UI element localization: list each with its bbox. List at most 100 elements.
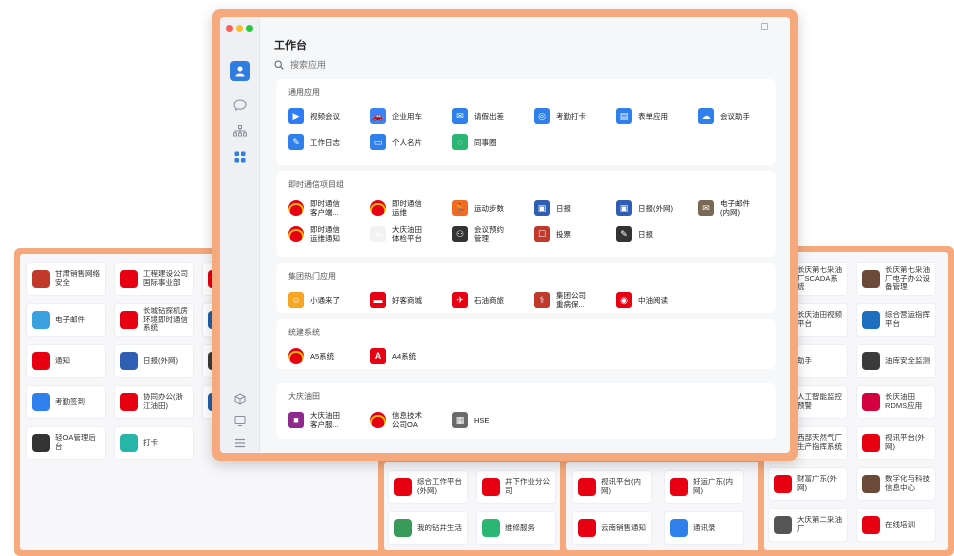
app-tile[interactable]: 即时通信 客户端...	[288, 197, 340, 219]
app-tile[interactable]: ▣ 日报	[534, 197, 571, 219]
page-title: 工作台	[274, 40, 307, 52]
moments-icon: ◌	[452, 134, 468, 150]
app-tile[interactable]: A A4系统	[370, 345, 416, 367]
app-tile[interactable]: ✎ 日报	[616, 223, 653, 245]
screen-icon[interactable]	[230, 411, 250, 431]
app-tile[interactable]: 即时通信 运维	[370, 197, 422, 219]
bg-app-tile[interactable]: 好运广东(内网)	[664, 470, 744, 504]
bg-app-tile[interactable]: 轻OA管理后台	[26, 426, 106, 460]
app-icon	[578, 519, 596, 537]
bg-app-label: 财富广东(外网)	[797, 475, 837, 492]
app-tile[interactable]: ✎ 工作日志	[288, 131, 340, 153]
app-tile[interactable]: ☁ 会议助手	[698, 105, 750, 127]
bg-app-label: 我的钻井生活	[417, 523, 462, 532]
bg-app-tile[interactable]: 在线培训	[856, 508, 936, 542]
app-tile[interactable]: ▣ 日报(外网)	[616, 197, 673, 219]
search-input[interactable]	[290, 60, 590, 70]
bg-app-tile[interactable]: 通知	[26, 344, 106, 378]
side-rail	[220, 17, 260, 453]
app-label: 石油商旅	[474, 295, 504, 305]
bg-app-label: 考勤签到	[55, 397, 85, 406]
zoom-dot[interactable]	[246, 25, 253, 32]
minimize-dot[interactable]	[236, 25, 243, 32]
bg-app-label: 助手	[797, 356, 812, 365]
app-tile[interactable]: ⚕ 集团公司 重病保...	[534, 289, 586, 311]
bg-app-tile[interactable]: 协同办公(浙江油田)	[114, 385, 194, 419]
bg-app-tile[interactable]: 综合工作平台(外网)	[388, 470, 468, 504]
bg-app-label: 好运广东(内网)	[693, 478, 733, 495]
app-tile[interactable]: 🚗 企业用车	[370, 105, 422, 127]
card-icon: ▭	[370, 134, 386, 150]
app-tile[interactable]: ☺ 小通来了	[288, 289, 340, 311]
bg-app-label: 在线培训	[885, 520, 915, 529]
avatar[interactable]	[230, 61, 250, 81]
app-label: 即时通信 客户端...	[310, 199, 340, 217]
bg-app-tile[interactable]: 长庆油田RDMS应用	[856, 385, 936, 419]
restore-icon[interactable]	[761, 23, 768, 30]
app-tile[interactable]: 信息技术 公司OA	[370, 409, 422, 431]
app-tile[interactable]: ▬ 好客商城	[370, 289, 422, 311]
checkup-icon: ＋	[370, 226, 386, 242]
app-icon	[120, 352, 138, 370]
search-bar[interactable]	[274, 57, 774, 73]
bg-app-tile[interactable]: 长庆第七采油厂电子办公设备管理	[856, 262, 936, 296]
section-title: 大庆油田	[288, 392, 320, 401]
bg-app-tile[interactable]: 综合营运指挥平台	[856, 303, 936, 337]
bg-app-tile[interactable]: 视讯平台(内网)	[572, 470, 652, 504]
cnpc-logo-icon	[288, 348, 304, 364]
bg-app-tile[interactable]: 我的钻井生活	[388, 511, 468, 545]
app-tile[interactable]: ▭ 个人名片	[370, 131, 422, 153]
bg-app-tile[interactable]: 云南销售通知	[572, 511, 652, 545]
hse-photo-icon: ▦	[452, 412, 468, 428]
close-dot[interactable]	[226, 25, 233, 32]
app-tile[interactable]: ▦ HSE	[452, 409, 489, 431]
app-label: 好客商城	[392, 295, 422, 305]
org-chart-icon[interactable]	[230, 121, 250, 141]
bg-app-label: 维修服务	[505, 523, 535, 532]
bg-app-tile[interactable]: 打卡	[114, 426, 194, 460]
chat-icon[interactable]	[230, 95, 250, 115]
bg-app-label: 日报(外网)	[143, 356, 178, 365]
app-tile[interactable]: ✈ 石油商旅	[452, 289, 504, 311]
app-tile[interactable]: ▶ 视频会议	[288, 105, 340, 127]
bg-app-tile[interactable]: 长城钻探机房环境即时通信系统	[114, 303, 194, 337]
app-tile[interactable]: A5系统	[288, 345, 334, 367]
app-tile[interactable]: 即时通信 运维通知	[288, 223, 340, 245]
bg-app-tile[interactable]: 工程建设公司国际事业部	[114, 262, 194, 296]
cube-icon[interactable]	[230, 389, 250, 409]
cnpc-logo-icon	[288, 226, 304, 242]
bg-app-tile[interactable]: 数字化与科技信息中心	[856, 467, 936, 501]
bg-app-tile[interactable]: 视讯平台(外网)	[856, 426, 936, 460]
app-tile[interactable]: ☐ 投票	[534, 223, 571, 245]
app-icon	[32, 393, 50, 411]
app-tile[interactable]: ⚇ 会议预约 管理	[452, 223, 504, 245]
app-tile[interactable]: ＋ 大庆油田 体检平台	[370, 223, 422, 245]
bg-app-tile[interactable]: 通讯录	[664, 511, 744, 545]
bg-app-tile[interactable]: 大庆第二采油厂	[768, 508, 848, 542]
bg-app-tile[interactable]: 甘肃销售网络安全	[26, 262, 106, 296]
app-icon	[862, 393, 880, 411]
bg-app-tile[interactable]: 日报(外网)	[114, 344, 194, 378]
app-tile[interactable]: ✉ 请假出差	[452, 105, 504, 127]
app-tile[interactable]: ◌ 同事圈	[452, 131, 497, 153]
bg-app-tile[interactable]: 财富广东(外网)	[768, 467, 848, 501]
cnpc-logo-icon	[370, 412, 386, 428]
app-icon	[120, 311, 138, 329]
app-tile[interactable]: ◉ 中油阅读	[616, 289, 668, 311]
menu-icon[interactable]	[230, 433, 250, 453]
bg-app-tile[interactable]: 电子邮件	[26, 303, 106, 337]
workbench-icon[interactable]	[230, 147, 250, 167]
workbench-window-frame: 工作台 通用应用 ▶ 视频会议 🚗 企业用车 ✉ 请假出差 ◎ 考勤打卡 ▤ 表单应用 ☁ 会议助手 ✎ 工…	[212, 9, 798, 461]
bg-app-tile[interactable]: 油库安全监测	[856, 344, 936, 378]
app-tile[interactable]: ✉ 电子邮件 (内网)	[698, 197, 750, 219]
app-tile[interactable]: ◎ 考勤打卡	[534, 105, 586, 127]
bg-app-tile[interactable]: 考勤签到	[26, 385, 106, 419]
section-3: 统建系统 A5系统 A A4系统	[276, 319, 776, 369]
bg-app-tile[interactable]: 井下作业分公司	[476, 470, 556, 504]
bg-app-tile[interactable]: 维修服务	[476, 511, 556, 545]
desktop: 甘肃销售网络安全工程建设公司国际事业部西北化工销售通知公告川庆钻探融合通信电子邮…	[0, 0, 954, 556]
app-tile[interactable]: ■ 大庆油田 客户服...	[288, 409, 340, 431]
app-tile[interactable]: 🏃 运动步数	[452, 197, 504, 219]
app-tile[interactable]: ▤ 表单应用	[616, 105, 668, 127]
video-icon: ▶	[288, 108, 304, 124]
